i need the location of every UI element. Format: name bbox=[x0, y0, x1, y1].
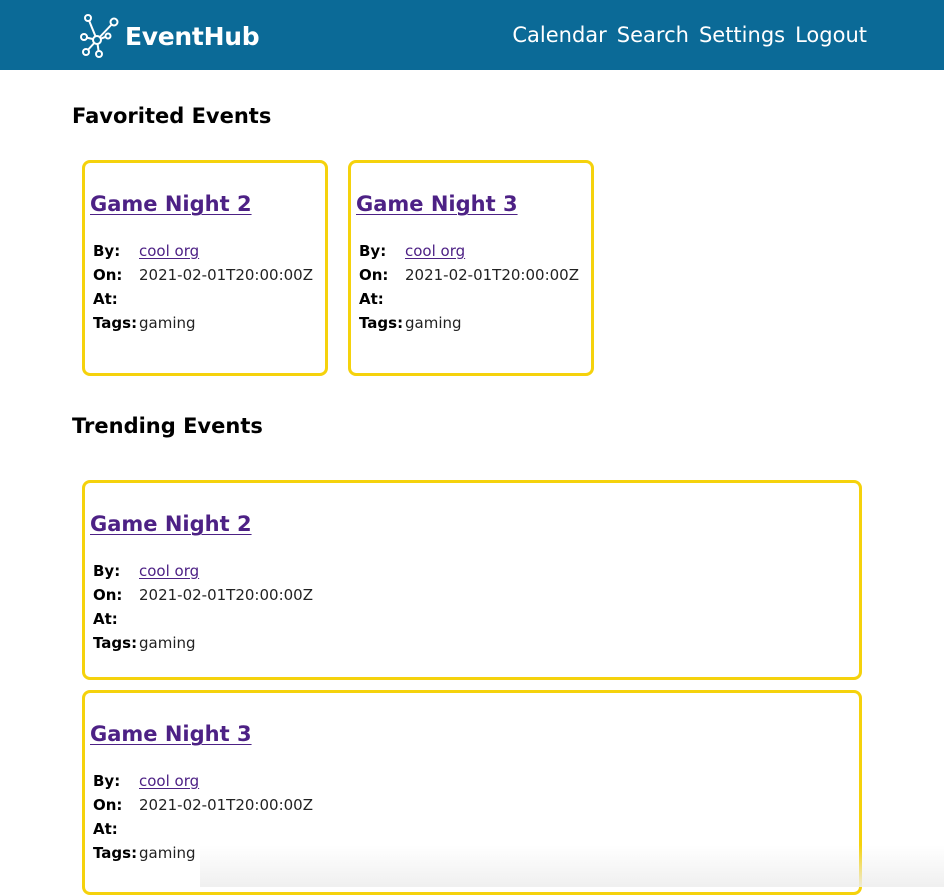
at-label: At: bbox=[359, 290, 384, 308]
by-label: By: bbox=[93, 562, 121, 580]
nav-logout-link[interactable]: Logout bbox=[795, 20, 867, 50]
event-tags: gaming bbox=[405, 314, 462, 332]
at-label: At: bbox=[93, 610, 118, 628]
nav-search-link[interactable]: Search bbox=[617, 20, 689, 50]
event-tags: gaming bbox=[139, 634, 196, 652]
organizer-link[interactable]: cool org bbox=[139, 769, 313, 793]
on-label: On: bbox=[359, 266, 389, 284]
nav-links: Calendar Search Settings Logout bbox=[512, 20, 867, 50]
tags-label: Tags: bbox=[359, 314, 404, 332]
on-label: On: bbox=[93, 796, 123, 814]
event-date: 2021-02-01T20:00:00Z bbox=[139, 796, 313, 814]
event-location bbox=[405, 287, 579, 311]
nav-calendar-link[interactable]: Calendar bbox=[512, 20, 606, 50]
event-meta: By: cool org On: 2021-02-01T20:00:00Z At… bbox=[93, 559, 313, 655]
event-card: Game Night 3 By: cool org On: 2021-02-01… bbox=[82, 690, 862, 895]
tags-label: Tags: bbox=[93, 634, 138, 652]
event-meta: By: cool org On: 2021-02-01T20:00:00Z At… bbox=[93, 239, 313, 335]
event-meta: By: cool org On: 2021-02-01T20:00:00Z At… bbox=[93, 769, 313, 865]
organizer-link[interactable]: cool org bbox=[405, 239, 579, 263]
by-label: By: bbox=[93, 772, 121, 790]
event-location bbox=[139, 817, 313, 841]
on-label: On: bbox=[93, 266, 123, 284]
event-date: 2021-02-01T20:00:00Z bbox=[139, 266, 313, 284]
organizer-link[interactable]: cool org bbox=[139, 239, 313, 263]
event-date: 2021-02-01T20:00:00Z bbox=[139, 586, 313, 604]
event-date: 2021-02-01T20:00:00Z bbox=[405, 266, 579, 284]
on-label: On: bbox=[93, 586, 123, 604]
event-title-link[interactable]: Game Night 3 bbox=[90, 720, 252, 748]
favorited-events-heading: Favorited Events bbox=[72, 104, 272, 128]
by-label: By: bbox=[93, 242, 121, 260]
nav-settings-link[interactable]: Settings bbox=[699, 20, 785, 50]
tags-label: Tags: bbox=[93, 844, 138, 862]
tags-label: Tags: bbox=[93, 314, 138, 332]
event-location bbox=[139, 607, 313, 631]
event-title-link[interactable]: Game Night 3 bbox=[356, 190, 518, 218]
network-nodes-icon bbox=[78, 14, 120, 58]
top-navbar: EventHub Calendar Search Settings Logout bbox=[0, 0, 944, 70]
event-tags: gaming bbox=[139, 314, 196, 332]
brand-link[interactable]: EventHub bbox=[78, 14, 260, 58]
event-title-link[interactable]: Game Night 2 bbox=[90, 510, 252, 538]
event-card: Game Night 2 By: cool org On: 2021-02-01… bbox=[82, 160, 328, 376]
event-tags: gaming bbox=[139, 844, 196, 862]
event-meta: By: cool org On: 2021-02-01T20:00:00Z At… bbox=[359, 239, 579, 335]
event-location bbox=[139, 287, 313, 311]
at-label: At: bbox=[93, 820, 118, 838]
brand-name: EventHub bbox=[125, 21, 260, 51]
at-label: At: bbox=[93, 290, 118, 308]
by-label: By: bbox=[359, 242, 387, 260]
event-card: Game Night 3 By: cool org On: 2021-02-01… bbox=[348, 160, 594, 376]
trending-events-heading: Trending Events bbox=[72, 414, 263, 438]
event-title-link[interactable]: Game Night 2 bbox=[90, 190, 252, 218]
event-card: Game Night 2 By: cool org On: 2021-02-01… bbox=[82, 480, 862, 680]
organizer-link[interactable]: cool org bbox=[139, 559, 313, 583]
